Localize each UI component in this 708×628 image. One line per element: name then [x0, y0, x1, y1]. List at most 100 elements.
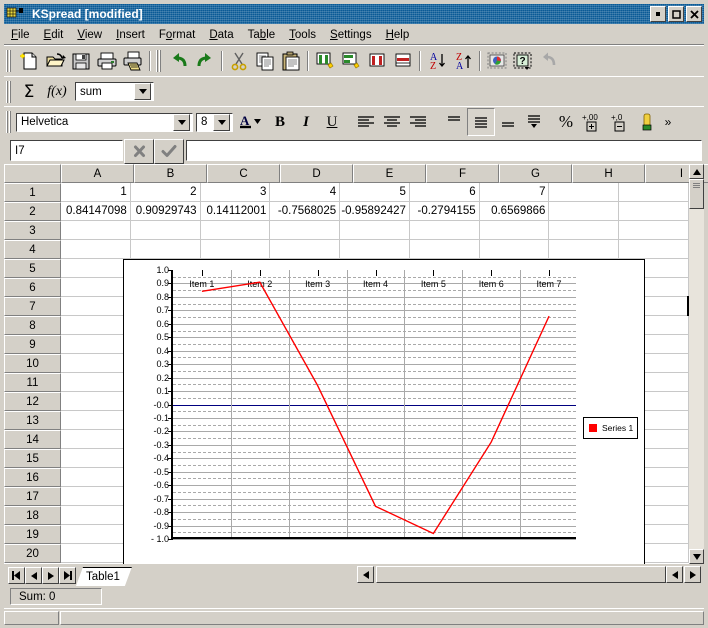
cell-A19[interactable]	[61, 525, 131, 544]
cell-G4[interactable]	[479, 240, 550, 259]
cell-G3[interactable]	[479, 221, 550, 240]
row-header-4[interactable]: 4	[4, 240, 61, 259]
maximize-button[interactable]	[668, 6, 684, 22]
row-header-20[interactable]: 20	[4, 544, 61, 563]
percent-format-button[interactable]: %	[553, 109, 579, 135]
add-decimal-icon[interactable]: +,00	[579, 109, 607, 135]
copy-icon[interactable]	[252, 48, 278, 74]
hscroll-left-button[interactable]	[357, 566, 374, 583]
cell-A4[interactable]	[61, 240, 131, 259]
cell-B2[interactable]: 0.90929743	[130, 202, 201, 221]
formula-toolbar-grip[interactable]	[6, 80, 13, 103]
align-left-icon[interactable]	[353, 109, 379, 135]
row-header-17[interactable]: 17	[4, 487, 61, 506]
cell-grid[interactable]: 1 2 3 4 5 6 7 0.84147098 0.90929743 0.14112001 -0.…	[61, 183, 689, 564]
sum-sigma-icon[interactable]: Σ	[16, 79, 42, 105]
sort-ascending-icon[interactable]: A Z	[424, 48, 450, 74]
menu-format[interactable]: Format	[152, 28, 202, 42]
cut-icon[interactable]	[226, 48, 252, 74]
embedded-chart[interactable]: 1.0 0.9 0.8 0.7 0.6 0.5 0.4 0.3 0.2 0.1 -0.0 -0.1 -0…	[123, 259, 645, 564]
sort-descending-icon[interactable]: Z A	[450, 48, 476, 74]
align-center-icon[interactable]	[379, 109, 405, 135]
cell-A1[interactable]: 1	[61, 183, 131, 202]
menu-tools[interactable]: Tools	[282, 28, 323, 42]
hscroll-right-button[interactable]	[684, 566, 701, 583]
cell-F2[interactable]: -0.2794155	[409, 202, 480, 221]
cell-E2[interactable]: -0.95892427	[340, 202, 410, 221]
horizontal-scroll-thumb[interactable]	[376, 566, 666, 583]
row-header-12[interactable]: 12	[4, 392, 61, 411]
cell-A14[interactable]	[61, 430, 131, 449]
undo-icon[interactable]	[166, 48, 192, 74]
cell-F1[interactable]: 6	[409, 183, 480, 202]
print-preview-icon[interactable]	[120, 48, 146, 74]
menu-help[interactable]: Help	[379, 28, 417, 42]
menu-table[interactable]: Table	[241, 28, 283, 42]
menu-settings[interactable]: Settings	[323, 28, 379, 42]
row-header-18[interactable]: 18	[4, 506, 61, 525]
cell-C2[interactable]: 0.14112001	[200, 202, 271, 221]
cell-E4[interactable]	[340, 240, 410, 259]
cell-H1[interactable]	[549, 183, 620, 202]
cell-A2[interactable]: 0.84147098	[61, 202, 131, 221]
scroll-down-button[interactable]	[689, 549, 704, 564]
cell-H3[interactable]	[549, 221, 620, 240]
function-select[interactable]: sum	[75, 82, 154, 101]
cell-F4[interactable]	[409, 240, 480, 259]
bold-button[interactable]: B	[267, 109, 293, 135]
function-fx-icon[interactable]: f(x)	[42, 79, 72, 105]
last-sheet-icon[interactable]	[59, 567, 76, 584]
money-format-icon[interactable]	[635, 109, 661, 135]
cell-D2[interactable]: -0.7568025	[270, 202, 341, 221]
menu-edit[interactable]: Edit	[37, 28, 71, 42]
align-bottom-icon[interactable]	[495, 109, 521, 135]
row-header-9[interactable]: 9	[4, 335, 61, 354]
cell-I3[interactable]	[619, 221, 689, 240]
cell-A12[interactable]	[61, 392, 131, 411]
new-document-icon[interactable]	[16, 48, 42, 74]
font-family-select[interactable]: Helvetica	[16, 112, 193, 132]
menu-file[interactable]: File	[4, 28, 37, 42]
row-header-2[interactable]: 2	[4, 202, 61, 221]
save-document-icon[interactable]	[68, 48, 94, 74]
cell-A17[interactable]	[61, 487, 131, 506]
column-header-G[interactable]: G	[499, 164, 572, 183]
scroll-up-button[interactable]	[689, 164, 704, 179]
cell-D3[interactable]	[270, 221, 341, 240]
insert-object-icon[interactable]: ?	[510, 48, 536, 74]
cell-I1[interactable]	[619, 183, 689, 202]
cell-A6[interactable]	[61, 278, 131, 297]
chevron-down-icon[interactable]	[134, 83, 151, 100]
column-header-F[interactable]: F	[426, 164, 499, 183]
cell-A18[interactable]	[61, 506, 131, 525]
minimize-button[interactable]	[650, 6, 666, 22]
previous-sheet-icon[interactable]	[25, 567, 42, 584]
open-document-icon[interactable]	[42, 48, 68, 74]
select-all-corner[interactable]	[4, 164, 61, 183]
row-header-5[interactable]: 5	[4, 259, 61, 278]
vertical-scroll-track[interactable]	[689, 179, 704, 549]
cell-H4[interactable]	[549, 240, 620, 259]
cell-A16[interactable]	[61, 468, 131, 487]
toolbar-grip-2[interactable]	[156, 50, 163, 72]
toolbar-overflow-button[interactable]: »	[661, 109, 675, 135]
whats-this-icon[interactable]	[536, 48, 562, 74]
insert-chart-icon[interactable]	[484, 48, 510, 74]
cell-A5[interactable]	[61, 259, 131, 278]
cell-reference-input[interactable]: I7	[10, 140, 123, 161]
menu-view[interactable]: View	[70, 28, 109, 42]
row-header-19[interactable]: 19	[4, 525, 61, 544]
font-family-chevron-down-icon[interactable]	[173, 113, 190, 131]
column-header-E[interactable]: E	[353, 164, 426, 183]
cell-D4[interactable]	[270, 240, 341, 259]
row-header-11[interactable]: 11	[4, 373, 61, 392]
format-toolbar-grip[interactable]	[6, 111, 13, 133]
row-header-15[interactable]: 15	[4, 449, 61, 468]
font-size-chevron-down-icon[interactable]	[213, 113, 230, 131]
horizontal-scrollbar[interactable]	[354, 566, 702, 585]
cell-B4[interactable]	[130, 240, 201, 259]
cell-A8[interactable]	[61, 316, 131, 335]
vertical-scrollbar[interactable]	[689, 164, 704, 564]
cell-A3[interactable]	[61, 221, 131, 240]
insert-column-icon[interactable]	[312, 48, 338, 74]
